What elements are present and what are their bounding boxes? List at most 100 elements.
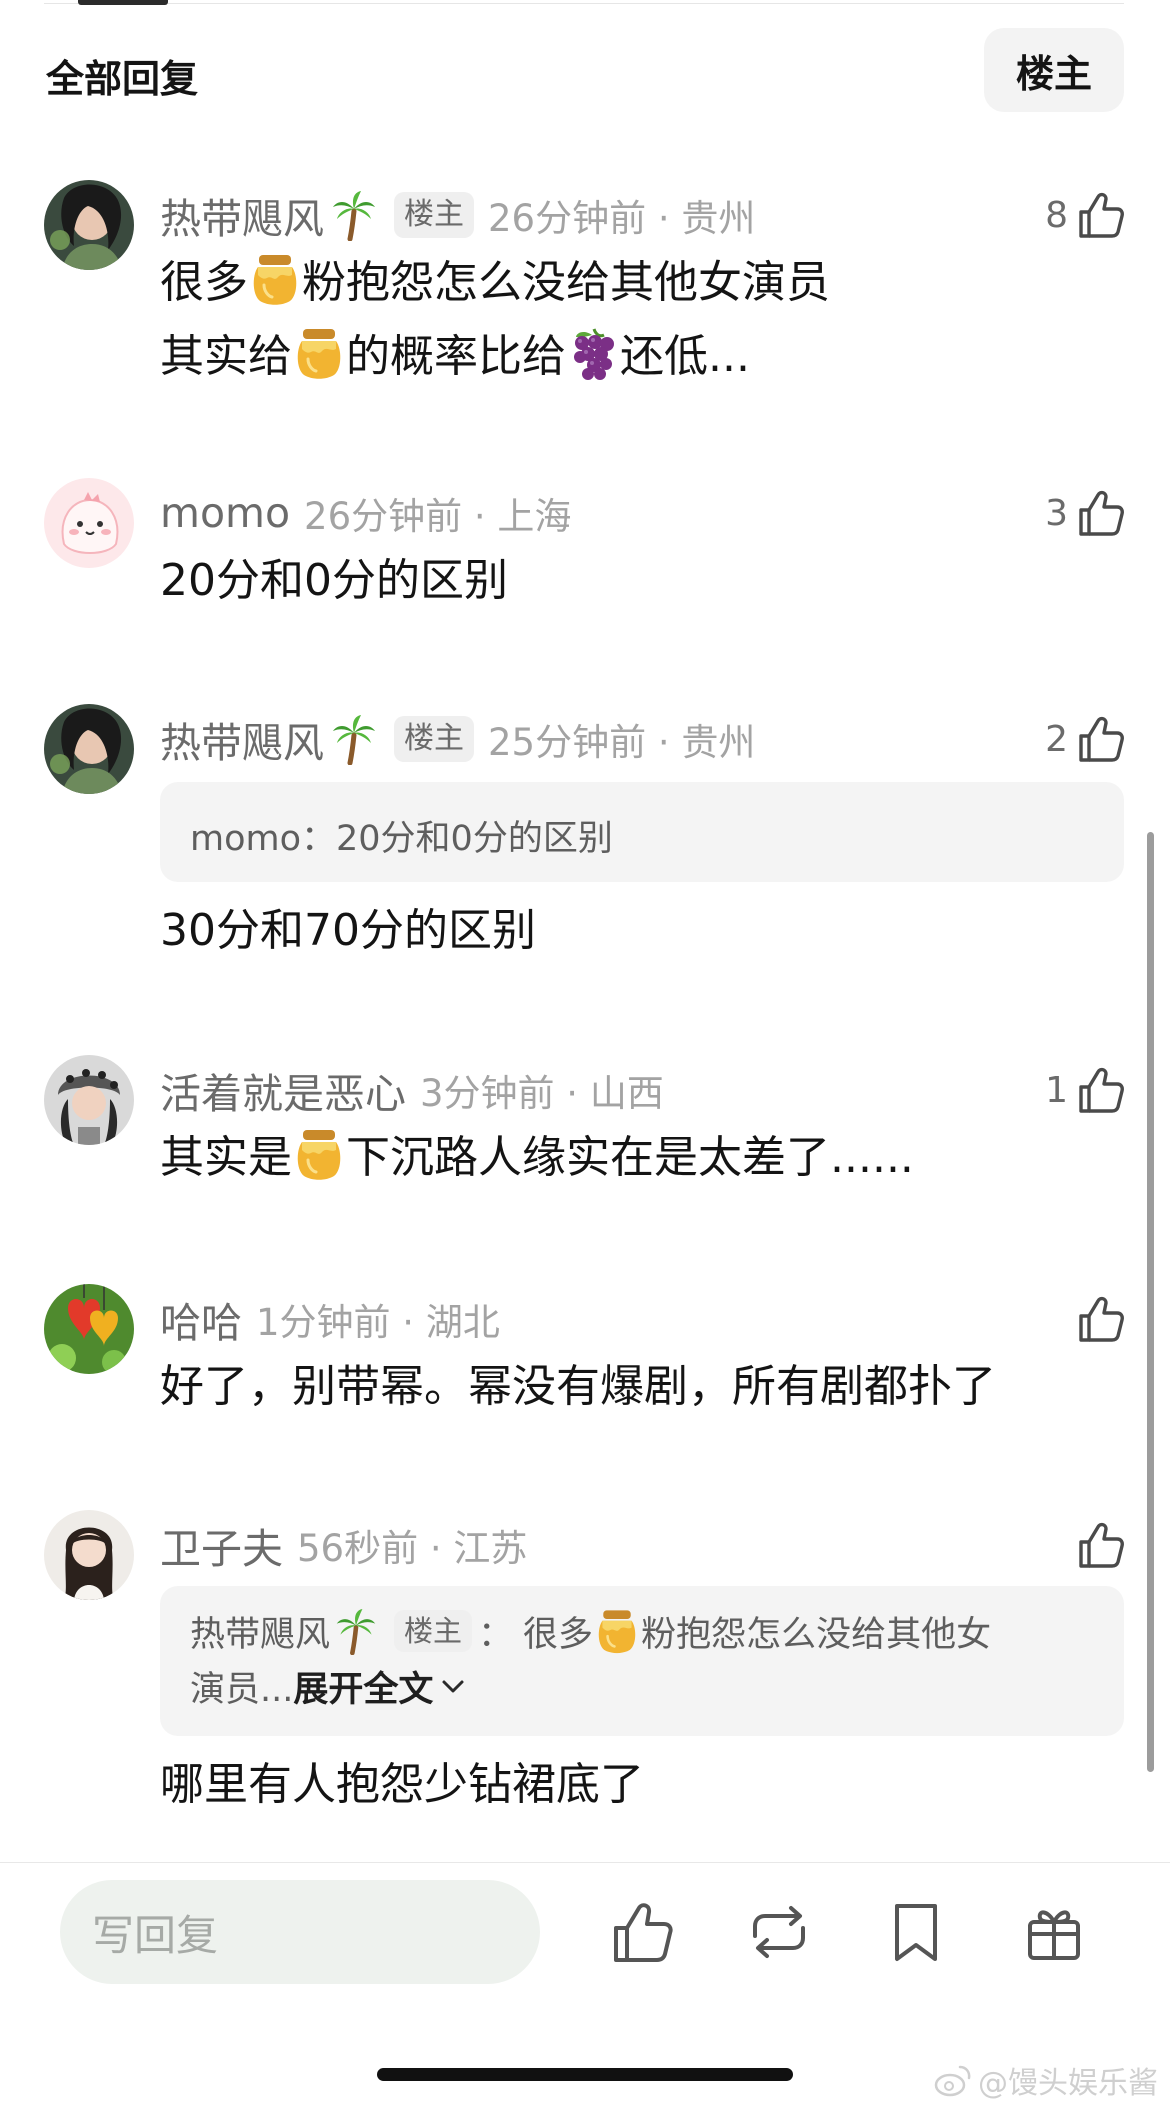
scrollbar[interactable] (1147, 832, 1154, 1772)
comment-meta: 热带飓风 楼主 26分钟前 · 贵州 (160, 186, 755, 244)
home-indicator[interactable] (377, 2068, 793, 2081)
thumbs-up-icon (1076, 1064, 1124, 1116)
comment-text-segment: 其实是 (160, 1132, 292, 1183)
weibo-logo-icon (934, 2065, 971, 2097)
timestamp-location: 26分钟前 · 上海 (304, 495, 572, 538)
avatar[interactable] (44, 1510, 134, 1600)
like-button[interactable] (1068, 1516, 1124, 1574)
all-replies-title: 全部回复 (46, 57, 199, 101)
palm-tree-icon (330, 713, 378, 765)
like-count: 3 (1045, 492, 1068, 534)
comment-text-line: 很多 粉抱怨怎么没给其他女演员 (160, 246, 1124, 320)
comment-meta: 哈哈 1分钟前 · 湖北 (160, 1290, 500, 1348)
username[interactable]: 活着就是恶心 (160, 1060, 406, 1120)
timestamp-location: 25分钟前 · 贵州 (488, 721, 756, 764)
honey-jar-icon (250, 251, 300, 307)
username[interactable]: 热带飓风 (160, 709, 324, 769)
reply-placeholder: 写回复 (92, 1910, 219, 1960)
op-badge: 楼主 (394, 716, 474, 762)
quoted-username[interactable]: 热带飓风 (190, 1606, 330, 1657)
comment-meta: momo 26分钟前 · 上海 (160, 484, 571, 542)
bottom-bar-divider (0, 1862, 1170, 1863)
comment-item: 卫子夫 56秒前 · 江苏 热带飓风 楼主 ： 很多 粉抱怨怎么没给其他女 演员.… (44, 1510, 1124, 1840)
comment-text-segment: 的概率比给 (346, 331, 566, 382)
op-badge: 楼主 (394, 192, 474, 238)
thumbs-up-icon (1076, 1519, 1124, 1571)
quote-separator: ： (478, 1614, 514, 1655)
comment-text-segment: 很多 (160, 257, 248, 308)
honey-jar-icon (595, 1607, 639, 1655)
replies-header: 全部回复 楼主 (44, 28, 1124, 114)
comment-item: 热带飓风 楼主 26分钟前 · 贵州 8 很多 粉抱怨怎么没给其他女演员 其实给 的… (44, 180, 1124, 410)
thumbs-up-icon (1076, 487, 1124, 539)
expand-label: 展开全文 (293, 1669, 434, 1710)
op-badge: 楼主 (394, 1610, 473, 1652)
like-button[interactable]: 2 (1045, 710, 1124, 768)
like-button[interactable]: 8 (1045, 186, 1124, 244)
repost-icon[interactable] (745, 1898, 813, 1966)
quoted-reply-text: 粉抱怨怎么没给其他女 (641, 1614, 992, 1655)
thumbs-up-icon (1076, 713, 1124, 765)
like-button[interactable]: 3 (1045, 484, 1124, 542)
comment-meta: 热带飓风 楼主 25分钟前 · 贵州 (160, 710, 755, 768)
watermark-text: @馒头娱乐酱 (978, 2066, 1158, 2101)
comment-text-segment: 下沉路人缘实在是太差了...... (346, 1132, 914, 1183)
top-divider (44, 3, 1124, 4)
like-button[interactable] (1068, 1290, 1124, 1348)
honey-jar-icon (294, 325, 344, 381)
comment-text: 很多 粉抱怨怎么没给其他女演员 其实给 的概率比给 还低... (160, 246, 1124, 394)
comment-item: 哈哈 1分钟前 · 湖北 好了，别带幂。幂没有爆剧，所有剧都扑了 (44, 1284, 1124, 1434)
comment-text: 20分和0分的区别 (160, 555, 508, 606)
username[interactable]: 热带飓风 (160, 185, 324, 245)
comment-text-segment: 其实给 (160, 331, 292, 382)
palm-tree-icon (330, 189, 378, 241)
comment-item: momo 26分钟前 · 上海 3 20分和0分的区别 (44, 478, 1124, 628)
username[interactable]: momo (160, 489, 290, 537)
gift-icon[interactable] (1020, 1898, 1088, 1966)
palm-tree-icon (334, 1607, 378, 1655)
username[interactable]: 哈哈 (160, 1289, 242, 1349)
like-button[interactable]: 1 (1045, 1061, 1124, 1119)
op-only-filter-button[interactable]: 楼主 (984, 28, 1124, 112)
timestamp-location: 26分钟前 · 贵州 (488, 197, 756, 240)
bookmark-icon[interactable] (882, 1898, 950, 1966)
quoted-reply[interactable]: momo：20分和0分的区别 (160, 782, 1124, 882)
username[interactable]: 卫子夫 (160, 1515, 283, 1575)
comment-meta: 活着就是恶心 3分钟前 · 山西 (160, 1061, 664, 1119)
like-count: 8 (1045, 194, 1068, 236)
thumbs-up-icon (1076, 1293, 1124, 1345)
expand-full-text-link[interactable]: 展开全文 (293, 1661, 433, 1712)
quoted-reply-line: 演员... 展开全文 (190, 1660, 1094, 1712)
timestamp-location: 3分钟前 · 山西 (420, 1072, 664, 1115)
comment-text: 30分和70分的区别 (160, 905, 536, 956)
quoted-reply-text: 演员... (190, 1669, 294, 1710)
active-tab-indicator (78, 0, 168, 5)
grapes-icon (568, 325, 618, 381)
honey-jar-icon (294, 1126, 344, 1182)
comment-text-line: 其实给 的概率比给 还低... (160, 320, 1124, 394)
comment-text-segment: 还低... (620, 331, 750, 382)
like-count: 2 (1045, 718, 1068, 760)
comment-text: 其实是 下沉路人缘实在是太差了...... (160, 1121, 1124, 1195)
avatar[interactable] (44, 478, 134, 568)
like-count: 1 (1045, 1069, 1068, 1111)
avatar[interactable] (44, 1055, 134, 1145)
timestamp-location: 1分钟前 · 湖北 (256, 1301, 500, 1344)
comment-item: 热带飓风 楼主 25分钟前 · 贵州 2 momo：20分和0分的区别 30分和… (44, 704, 1124, 964)
comment-text-segment: 粉抱怨怎么没给其他女演员 (302, 257, 830, 308)
avatar[interactable] (44, 180, 134, 270)
comment-page: 全部回复 楼主 热带飓风 楼主 26分钟前 · 贵州 8 很多粉抱怨怎么没给其他… (0, 0, 1170, 2110)
thumbs-up-icon (1076, 189, 1124, 241)
chevron-down-icon (442, 1680, 464, 1693)
quoted-reply[interactable]: 热带飓风 楼主 ： 很多 粉抱怨怎么没给其他女 演员... 展开全文 (160, 1586, 1124, 1736)
like-icon[interactable] (608, 1898, 676, 1966)
quoted-reply-line: 热带飓风 楼主 ： 很多 粉抱怨怎么没给其他女 (190, 1602, 1094, 1660)
comment-text: 好了，别带幂。幂没有爆剧，所有剧都扑了 (160, 1361, 996, 1412)
comment-text: 哪里有人抱怨少钻裙底了 (160, 1759, 644, 1810)
reply-input[interactable]: 写回复 (60, 1880, 540, 1984)
comment-meta: 卫子夫 56秒前 · 江苏 (160, 1516, 527, 1574)
avatar[interactable] (44, 1284, 134, 1374)
timestamp-location: 56秒前 · 江苏 (297, 1527, 528, 1570)
watermark: @馒头娱乐酱 (934, 2058, 1158, 2102)
avatar[interactable] (44, 704, 134, 794)
